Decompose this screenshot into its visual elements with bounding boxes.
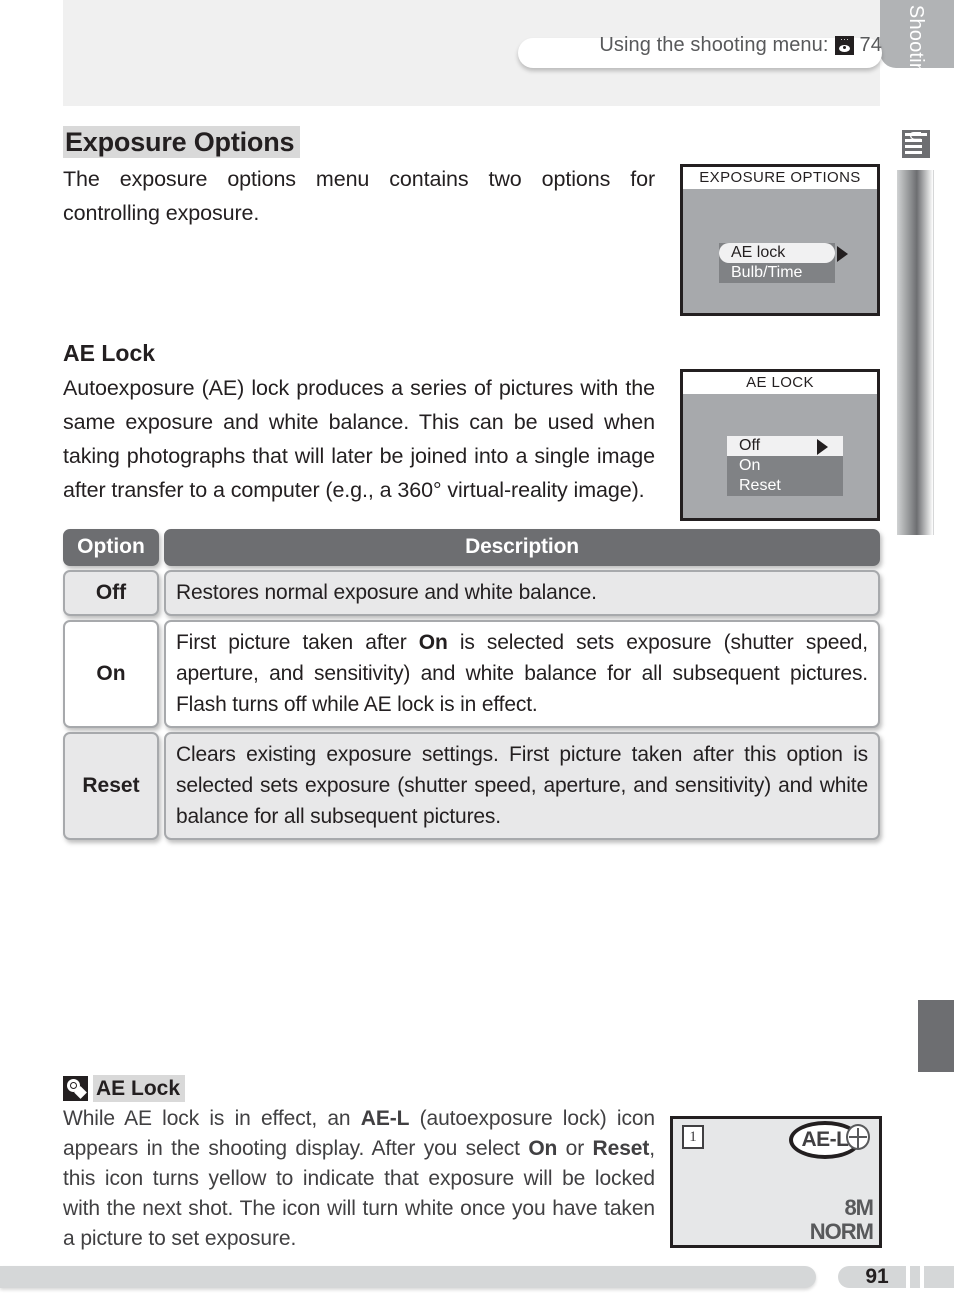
table-row: On First picture taken after On is select… [63, 619, 880, 728]
subsection-title: AE Lock [63, 340, 156, 367]
section-intro: The exposure options menu contains two o… [63, 167, 655, 226]
table-row: Reset Clears existing exposure settings. … [63, 731, 880, 840]
lcd-item-reset[interactable]: Reset [727, 476, 843, 496]
running-head-label: Using the shooting menu: [599, 33, 829, 56]
emphasis: Reset [592, 1137, 650, 1161]
table-row: Off Restores normal exposure and white ba… [63, 569, 880, 616]
emphasis: On [418, 630, 448, 654]
running-head-page-ref: 74 [859, 33, 882, 56]
table-body: Off Restores normal exposure and white ba… [63, 569, 880, 840]
table-header-row: Option Description [63, 528, 880, 566]
note-header: AE Lock [63, 1075, 880, 1103]
lcd-ae-lock-title: AE LOCK [683, 372, 877, 394]
lcd-shooting-display: 1 AE-L 8M NORM [670, 1116, 882, 1248]
emphasis: On [528, 1137, 558, 1161]
side-tab [897, 170, 934, 535]
lcd-item-on[interactable]: On [727, 456, 843, 476]
options-table: Option Description Off Restores normal ex… [63, 528, 880, 840]
emphasis: AE-L [360, 1107, 410, 1131]
column-header-description: Description [164, 528, 880, 566]
lcd-exposure-options-body: AE lock Bulb/Time [683, 189, 877, 313]
lcd-item-bulb-time[interactable]: Bulb/Time [719, 263, 835, 283]
table-cell-description: First picture taken after On is selected… [164, 619, 880, 728]
lcd-selection-arrow [837, 246, 848, 262]
column-header-option: Option [63, 528, 159, 566]
table-cell-option: Reset [63, 731, 159, 840]
note-title: AE Lock [93, 1075, 186, 1103]
image-quality-indicator: NORM [809, 1219, 874, 1244]
page-title: Exposure Options [63, 126, 301, 159]
lcd-exposure-options: EXPOSURE OPTIONS AE lock Bulb/Time [680, 164, 880, 316]
table-cell-description: Restores normal exposure and white balan… [164, 569, 880, 616]
lcd-ae-lock: AE LOCK Off On Reset [680, 369, 880, 521]
lcd-ae-lock-selection-arrow [817, 439, 828, 455]
lightbulb-tip-icon [63, 1076, 88, 1102]
side-tab-label: Menu Guide—The Shooting Menu [898, 0, 934, 170]
lcd-ae-lock-body: Off On Reset [683, 394, 877, 518]
subsection-body: Autoexposure (AE) lock produces a series… [63, 375, 655, 502]
lcd-exposure-options-title: EXPOSURE OPTIONS [683, 167, 877, 189]
table-cell-option: Off [63, 569, 159, 616]
footer-bar [0, 1266, 816, 1288]
manual-page: Using the shooting menu: 74 Exposure Opt… [0, 0, 954, 1314]
running-head: Using the shooting menu: 74 [520, 30, 926, 60]
lcd-item-ae-lock[interactable]: AE lock [719, 243, 835, 263]
lcd-exposure-options-menu: AE lock Bulb/Time [719, 243, 835, 283]
side-edge-marker [918, 1000, 954, 1072]
image-size-indicator: 8M [844, 1195, 874, 1220]
table-cell-option: On [63, 619, 159, 728]
camera-menu-icon [834, 35, 854, 55]
frame-count-icon: 1 [682, 1125, 704, 1149]
note-body: While AE lock is in effect, an AE-L (aut… [63, 1107, 656, 1251]
table-cell-description: Clears existing exposure settings. First… [164, 731, 880, 840]
sun-white-balance-icon [846, 1124, 870, 1150]
footer-ticks [900, 1266, 954, 1288]
